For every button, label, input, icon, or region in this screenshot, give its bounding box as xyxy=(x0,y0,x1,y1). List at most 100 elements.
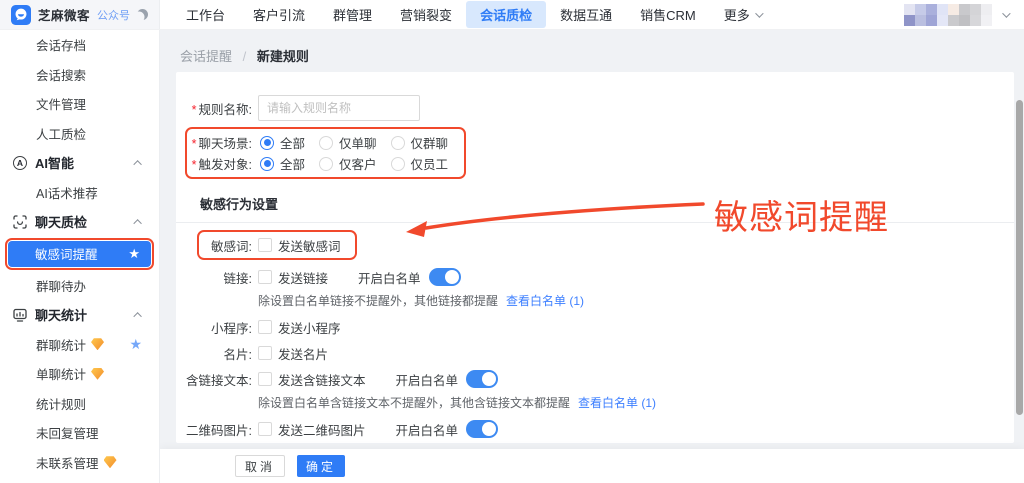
link-label: 链接: xyxy=(176,268,252,287)
sidebar-item-group-chat-stats[interactable]: 群聊统计 ★ xyxy=(0,330,159,360)
sidebar-section-chat-statistics[interactable]: 聊天统计 xyxy=(0,300,159,330)
business-card-checkbox[interactable] xyxy=(258,346,272,360)
sidebar-section-chat-inspection[interactable]: 聊天质检 xyxy=(0,207,159,237)
nav-group-management[interactable]: 群管理 xyxy=(319,1,386,28)
sensitive-word-checkbox[interactable] xyxy=(258,238,272,252)
form-footer: 取消 确定 xyxy=(160,449,1024,483)
business-card-checkbox-label[interactable]: 发送名片 xyxy=(278,344,328,363)
link-text-label: 含链接文本: xyxy=(176,370,252,389)
sensitive-word-checkbox-label[interactable]: 发送敏感词 xyxy=(278,236,341,255)
sidebar-item-single-chat-stats[interactable]: 单聊统计 xyxy=(0,359,159,389)
chevron-up-icon xyxy=(133,312,141,320)
business-card-row: 名片: 发送名片 xyxy=(176,342,1014,364)
sensitive-word-label: 敏感词: xyxy=(199,236,252,255)
premium-gem-icon xyxy=(91,338,104,350)
brand-area: 芝麻微客 公众号 xyxy=(0,0,160,29)
radio-trigger-customer[interactable]: 仅客户 xyxy=(319,154,377,173)
mini-program-checkbox-label[interactable]: 发送小程序 xyxy=(278,318,341,337)
link-view-whitelist-link[interactable]: 查看白名单 (1) xyxy=(506,292,584,309)
link-text-checkbox-label[interactable]: 发送含链接文本 xyxy=(278,370,366,389)
chevron-up-icon xyxy=(133,160,141,168)
qr-code-checkbox-label[interactable]: 发送二维码图片 xyxy=(278,420,366,439)
required-mark: * xyxy=(192,103,197,117)
breadcrumb-current: 新建规则 xyxy=(257,49,309,64)
nav-customer-acquisition[interactable]: 客户引流 xyxy=(239,1,319,28)
sidebar-item-group-todo[interactable]: 群聊待办 xyxy=(0,271,159,301)
avatar xyxy=(904,4,992,26)
sidebar-item-label: 单聊统计 xyxy=(36,364,86,383)
link-note-row: 除设置白名单链接不提醒外，其他链接都提醒 查看白名单 (1) xyxy=(176,290,1014,310)
favorite-star-icon[interactable]: ★ xyxy=(128,246,140,262)
business-card-label: 名片: xyxy=(176,344,252,363)
radio-chat-scene-all[interactable]: 全部 xyxy=(260,133,305,152)
sidebar-item-label: 未联系管理 xyxy=(36,453,99,472)
rule-form-card: *规则名称: *聊天场景: 全部 仅单聊 xyxy=(176,72,1014,443)
sidebar-section-ai[interactable]: AI智能 xyxy=(0,148,159,178)
chat-statistics-icon xyxy=(13,308,27,322)
qr-code-checkbox[interactable] xyxy=(258,422,272,436)
favorite-star-icon[interactable]: ★ xyxy=(129,336,142,353)
nav-workbench[interactable]: 工作台 xyxy=(172,1,239,28)
rule-name-input[interactable] xyxy=(258,95,420,121)
vertical-scrollbar[interactable] xyxy=(1016,30,1023,483)
top-header: 芝麻微客 公众号 工作台 客户引流 群管理 营销裂变 会话质检 数据互通 销售C… xyxy=(0,0,1024,30)
breadcrumb-parent[interactable]: 会话提醒 xyxy=(180,49,232,64)
confirm-button[interactable]: 确定 xyxy=(297,455,345,477)
sensitive-word-row: 敏感词: 发送敏感词 xyxy=(199,234,341,256)
radio-icon xyxy=(319,157,333,171)
link-text-whitelist-toggle[interactable] xyxy=(466,370,498,388)
cancel-button[interactable]: 取消 xyxy=(235,455,285,477)
nav-data-interchange[interactable]: 数据互通 xyxy=(546,1,626,28)
link-text-whitelist-label: 开启白名单 xyxy=(396,370,459,389)
sidebar-item-session-archive[interactable]: 会话存档 xyxy=(0,30,159,60)
nav-session-quality[interactable]: 会话质检 xyxy=(466,1,546,28)
app-logo-icon xyxy=(11,5,31,25)
qr-code-whitelist-toggle[interactable] xyxy=(466,420,498,438)
breadcrumb-separator: / xyxy=(243,49,247,64)
radio-icon xyxy=(319,136,333,150)
required-mark: * xyxy=(192,137,197,151)
nav-more-label: 更多 xyxy=(724,5,750,24)
nav-more[interactable]: 更多 xyxy=(710,1,775,28)
link-row: 链接: 发送链接 开启白名单 xyxy=(176,266,1014,288)
qr-code-note-row: 除设置白名单二维码图片不提醒外，其他二维码图片都提醒 查看白名单 (1) xyxy=(176,442,1014,443)
radio-trigger-all[interactable]: 全部 xyxy=(260,154,305,173)
section-title-sensitive-behavior: 敏感行为设置 xyxy=(200,194,1014,213)
sidebar-item-manual-inspection[interactable]: 人工质检 xyxy=(0,119,159,149)
annotation-box-sidebar: 敏感词提醒 ★ xyxy=(5,238,154,270)
link-checkbox-label[interactable]: 发送链接 xyxy=(278,268,328,287)
rule-name-label: *规则名称: xyxy=(176,99,252,118)
sidebar-item-ai-script-recommend[interactable]: AI话术推荐 xyxy=(0,178,159,208)
mini-program-checkbox[interactable] xyxy=(258,320,272,334)
sidebar-item-sensitive-word-reminder[interactable]: 敏感词提醒 ★ xyxy=(8,241,151,267)
sidebar-item-stats-rules[interactable]: 统计规则 xyxy=(0,389,159,419)
annotation-text: 敏感词提醒 xyxy=(714,190,889,239)
annotation-box-radio-groups: *聊天场景: 全部 仅单聊 仅群聊 xyxy=(185,127,466,179)
dark-mode-icon[interactable] xyxy=(137,9,148,20)
link-text-note: 除设置白名单含链接文本不提醒外，其他含链接文本都提醒 xyxy=(258,394,570,411)
scrollbar-thumb[interactable] xyxy=(1016,100,1023,415)
link-checkbox[interactable] xyxy=(258,270,272,284)
link-text-checkbox[interactable] xyxy=(258,372,272,386)
nav-sales-crm[interactable]: 销售CRM xyxy=(626,1,710,28)
sidebar-item-no-reply-management[interactable]: 未回复管理 xyxy=(0,418,159,448)
premium-gem-icon xyxy=(104,456,117,468)
qr-code-whitelist-label: 开启白名单 xyxy=(396,420,459,439)
sidebar-item-no-contact-management[interactable]: 未联系管理 xyxy=(0,448,159,478)
trigger-target-label: *触发对象: xyxy=(187,154,252,173)
link-whitelist-label: 开启白名单 xyxy=(358,268,421,287)
sidebar-section-label: AI智能 xyxy=(35,153,74,172)
radio-chat-scene-single[interactable]: 仅单聊 xyxy=(319,133,377,152)
chevron-up-icon xyxy=(133,219,141,227)
nav-marketing-fission[interactable]: 营销裂变 xyxy=(386,1,466,28)
user-area[interactable] xyxy=(904,4,1024,26)
chevron-down-icon xyxy=(755,9,763,17)
face-scan-icon xyxy=(13,215,27,229)
radio-chat-scene-group[interactable]: 仅群聊 xyxy=(391,133,449,152)
top-nav: 工作台 客户引流 群管理 营销裂变 会话质检 数据互通 销售CRM 更多 xyxy=(160,1,775,28)
sidebar-item-session-search[interactable]: 会话搜索 xyxy=(0,60,159,90)
sidebar-item-file-management[interactable]: 文件管理 xyxy=(0,89,159,119)
radio-trigger-employee[interactable]: 仅员工 xyxy=(391,154,449,173)
link-whitelist-toggle[interactable] xyxy=(429,268,461,286)
link-text-view-whitelist-link[interactable]: 查看白名单 (1) xyxy=(578,394,656,411)
